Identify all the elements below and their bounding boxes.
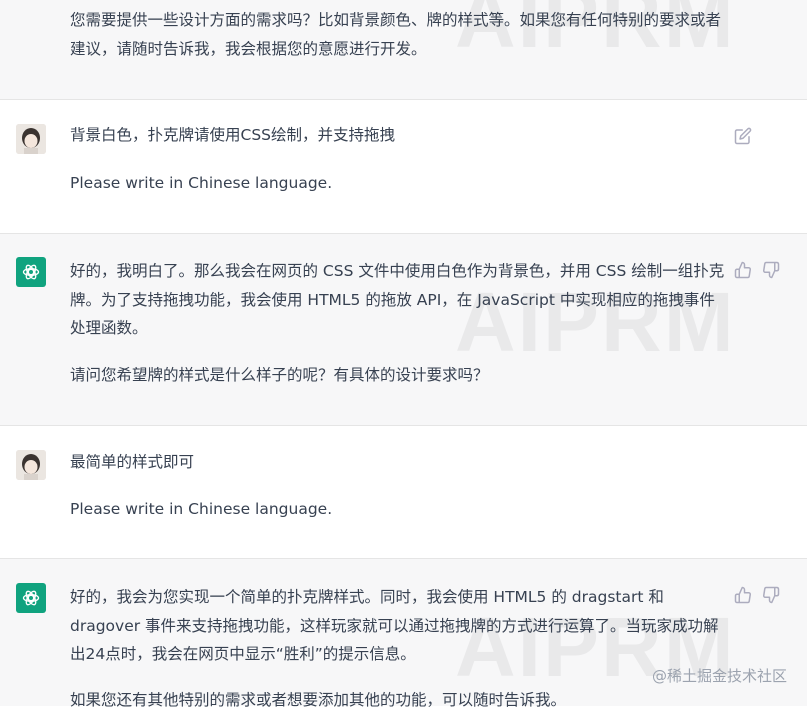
edit-icon[interactable] — [734, 127, 752, 145]
user-avatar — [16, 450, 46, 480]
thumbs-up-icon[interactable] — [734, 586, 752, 604]
message-paragraph: 背景白色，扑克牌请使用CSS绘制，并支持拖拽 — [70, 126, 396, 144]
openai-logo-icon — [16, 257, 46, 287]
message-paragraph: 如果您还有其他特别的需求或者想要添加其他的功能，可以随时告诉我。 — [70, 691, 567, 709]
thumbs-down-icon[interactable] — [762, 261, 780, 279]
message-paragraph: 好的，我会为您实现一个简单的扑克牌样式。同时，我会使用 HTML5 的 drag… — [70, 588, 719, 663]
user-message-2: 最简单的样式即可 Please write in Chinese languag… — [0, 425, 807, 558]
thumbs-down-icon[interactable] — [762, 586, 780, 604]
message-paragraph: Please write in Chinese language. — [70, 174, 333, 192]
user-message-1: 背景白色，扑克牌请使用CSS绘制，并支持拖拽 Please write in C… — [0, 99, 807, 233]
thumbs-up-icon[interactable] — [734, 261, 752, 279]
message-paragraph: 最简单的样式即可 — [70, 453, 195, 471]
openai-logo-icon — [16, 583, 46, 613]
site-watermark: @稀土掘金技术社区 — [651, 667, 787, 685]
assistant-message-2: AIPRM 好的，我明白了。那么我会在网页的 CSS 文件中使用白色作为背景色，… — [0, 233, 807, 425]
message-paragraph: 您需要提供一些设计方面的需求吗？比如背景颜色、牌的样式等。如果您有任何特别的要求… — [70, 11, 722, 58]
user-avatar — [16, 124, 46, 154]
message-paragraph: 请问您希望牌的样式是什么样子的呢？有具体的设计要求吗？ — [70, 366, 489, 384]
message-paragraph: Please write in Chinese language. — [70, 500, 333, 518]
message-paragraph: 好的，我明白了。那么我会在网页的 CSS 文件中使用白色作为背景色，并用 CSS… — [70, 262, 725, 337]
assistant-message-1: AIPRM 您需要提供一些设计方面的需求吗？比如背景颜色、牌的样式等。如果您有任… — [0, 0, 807, 99]
